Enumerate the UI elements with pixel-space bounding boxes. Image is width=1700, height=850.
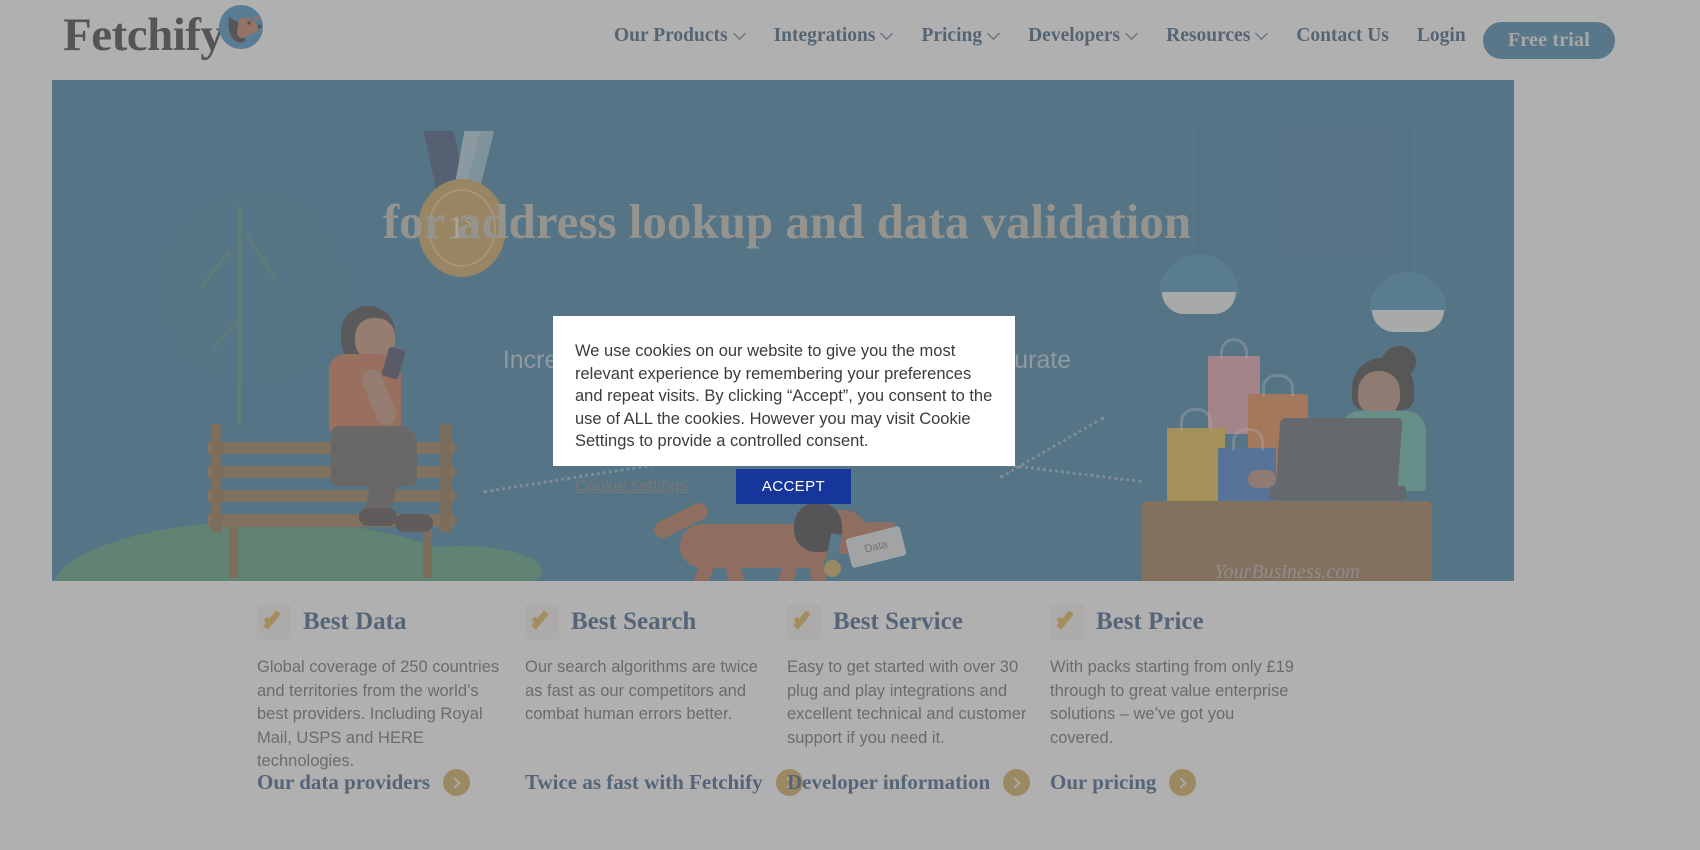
feature-title: Best Search [571, 608, 697, 635]
logo-text: Fetchify [63, 9, 224, 61]
shopping-bag-decoration [1167, 428, 1225, 512]
check-icon [787, 605, 821, 639]
arrow-right-icon [1003, 769, 1031, 796]
nav-item-developers[interactable]: Developers [1014, 25, 1152, 47]
cookie-consent-actions: Cookie settings ACCEPT [575, 468, 993, 504]
cookie-settings-link[interactable]: Cookie settings [575, 477, 688, 496]
woman-on-bench-illustration [307, 306, 437, 532]
feature-card-best-data: Best Data Global coverage of 250 countri… [257, 605, 507, 796]
hero-heading: for address lookup and data validation [382, 194, 1192, 249]
feature-card-best-service: Best Service Easy to get started with ov… [787, 605, 1037, 796]
site-header: Fetchify Our Products Integrations Prici… [0, 0, 1700, 80]
nav-label: Pricing [921, 25, 983, 46]
nav-item-login[interactable]: Login [1403, 25, 1480, 47]
features-strip: Best Data Global coverage of 250 countri… [52, 581, 1514, 850]
arrow-right-icon [1169, 769, 1197, 796]
page-root: Fetchify Our Products Integrations Prici… [0, 0, 1700, 850]
feature-card-best-search: Best Search Our search algorithms are tw… [525, 605, 803, 796]
feature-body: Global coverage of 250 countries and ter… [257, 658, 500, 770]
chevron-down-icon [1127, 29, 1138, 40]
chevron-down-icon [735, 29, 746, 40]
feature-link-developer-information[interactable]: Developer information [787, 769, 1031, 796]
shopping-bag-handle [1262, 374, 1294, 396]
nav-label: Our Products [614, 25, 728, 46]
cookie-accept-button[interactable]: ACCEPT [735, 468, 852, 504]
free-trial-button[interactable]: Free trial [1482, 22, 1615, 59]
lamp-shade-decoration [1159, 254, 1239, 294]
cookie-consent-text: We use cookies on our website to give yo… [575, 342, 993, 450]
check-icon [257, 605, 291, 639]
nav-label: Developers [1028, 25, 1121, 46]
nav-item-our-products[interactable]: Our Products [600, 25, 760, 47]
tree-trunk-decoration [237, 206, 241, 426]
nav-item-contact-us[interactable]: Contact Us [1282, 25, 1403, 47]
feature-link-label: Developer information [787, 770, 991, 794]
main-navigation: Our Products Integrations Pricing Develo… [600, 25, 1480, 47]
check-icon [525, 605, 559, 639]
cookie-consent-dialog: We use cookies on our website to give yo… [553, 316, 1015, 504]
dog-carrying-data-illustration: Data [651, 496, 907, 581]
chevron-down-icon [1257, 29, 1268, 40]
check-icon [1050, 605, 1084, 639]
business-url-label: YourBusiness.com [1214, 561, 1360, 581]
feature-title: Best Data [303, 608, 407, 635]
feature-body: Easy to get started with over 30 plug an… [787, 658, 1027, 747]
feature-link-our-pricing[interactable]: Our pricing [1050, 769, 1197, 796]
shopping-bag-handle [1220, 338, 1248, 358]
nav-label: Contact Us [1296, 25, 1389, 46]
laptop-illustration [1275, 418, 1403, 490]
feature-body: Our search algorithms are twice as fast … [525, 658, 758, 723]
feature-link-label: Our data providers [257, 770, 431, 794]
lamp-shade-decoration [1369, 272, 1447, 312]
nav-label: Login [1416, 25, 1466, 46]
nav-label: Integrations [773, 25, 876, 46]
feature-card-best-price: Best Price With packs starting from only… [1050, 605, 1300, 796]
feature-link-twice-as-fast[interactable]: Twice as fast with Fetchify [525, 769, 803, 796]
nav-label: Resources [1166, 25, 1251, 46]
arrow-right-icon [443, 769, 471, 796]
dog-head-icon [219, 4, 265, 51]
nav-item-pricing[interactable]: Pricing [907, 25, 1014, 47]
lamp-light-decoration [1372, 310, 1444, 332]
shopping-bag-handle [1180, 408, 1212, 430]
feature-title: Best Price [1096, 608, 1204, 635]
feature-link-label: Our pricing [1050, 770, 1157, 794]
feature-title: Best Service [833, 608, 963, 635]
shopping-bag-handle [1232, 428, 1264, 450]
feature-link-label: Twice as fast with Fetchify [525, 770, 763, 794]
feature-body: With packs starting from only £19 throug… [1050, 658, 1294, 747]
chevron-down-icon [989, 29, 1000, 40]
nav-item-integrations[interactable]: Integrations [760, 25, 908, 47]
chevron-down-icon [882, 29, 893, 40]
logo[interactable]: Fetchify [63, 4, 265, 61]
feature-link-our-data-providers[interactable]: Our data providers [257, 769, 471, 796]
lamp-light-decoration [1162, 292, 1236, 314]
nav-item-resources[interactable]: Resources [1152, 25, 1282, 47]
